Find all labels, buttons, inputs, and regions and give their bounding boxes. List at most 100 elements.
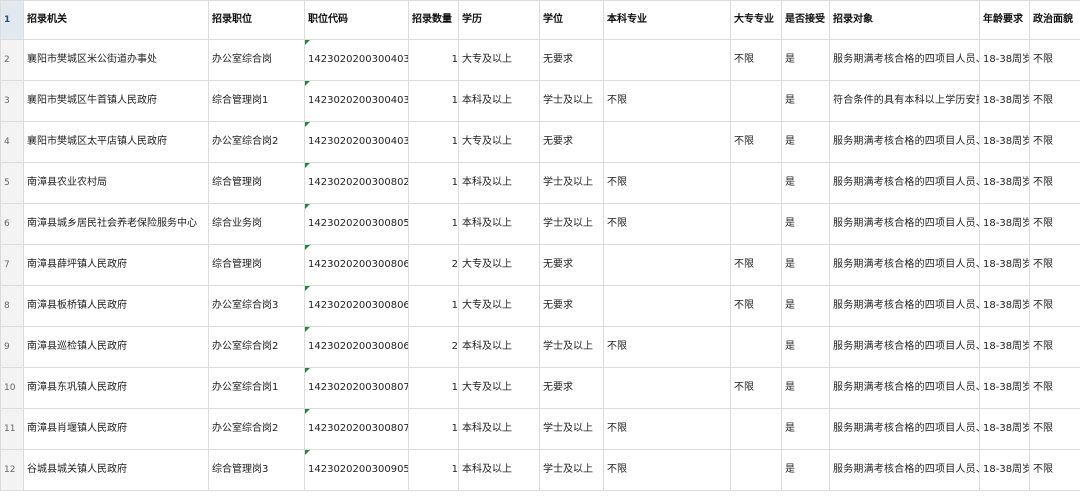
- cell-political[interactable]: 不限: [1029, 408, 1080, 450]
- cell-accept[interactable]: 是: [781, 449, 830, 491]
- cell-org[interactable]: 襄阳市樊城区牛首镇人民政府: [23, 80, 209, 122]
- cell-target[interactable]: 服务期满考核合格的四项目人员、在军队服役5年及以上高校毕业生退役士兵: [829, 39, 980, 81]
- cell-age[interactable]: 18-38周岁: [979, 285, 1030, 327]
- cell-quantity[interactable]: 1: [408, 162, 459, 204]
- row-number[interactable]: 7: [0, 244, 24, 286]
- cell-quantity[interactable]: 1: [408, 285, 459, 327]
- cell-target[interactable]: 服务期满考核合格的四项目人员、退役士兵、本县市区在编在岗3年及以上事业编制人员: [829, 244, 980, 286]
- cell-bachelor-major[interactable]: 不限: [603, 162, 731, 204]
- row-number[interactable]: 2: [0, 39, 24, 81]
- cell-code[interactable]: 14230202003004036: [304, 80, 409, 122]
- cell-age[interactable]: 18-38周岁: [979, 39, 1030, 81]
- cell-bachelor-major[interactable]: 不限: [603, 203, 731, 245]
- row-number-1[interactable]: 1: [0, 0, 24, 40]
- cell-education[interactable]: 大专及以上: [458, 244, 540, 286]
- cell-college-major[interactable]: [730, 80, 782, 122]
- cell-position[interactable]: 综合业务岗: [208, 203, 305, 245]
- cell-age[interactable]: 18-38周岁: [979, 326, 1030, 368]
- cell-target[interactable]: 符合条件的具有本科以上学历安排工作的退役军士和义务兵: [829, 80, 980, 122]
- cell-accept[interactable]: 是: [781, 39, 830, 81]
- cell-quantity[interactable]: 1: [408, 408, 459, 450]
- cell-college-major[interactable]: 不限: [730, 367, 782, 409]
- cell-quantity[interactable]: 2: [408, 244, 459, 286]
- cell-position[interactable]: 办公室综合岗1: [208, 367, 305, 409]
- cell-college-major[interactable]: 不限: [730, 244, 782, 286]
- cell-target[interactable]: 服务期满考核合格的四项目人员、退役士兵、本县市区在编在岗3年及以上事业编制人员: [829, 408, 980, 450]
- cell-position[interactable]: 综合管理岗: [208, 162, 305, 204]
- cell-code[interactable]: 14230202003009051: [304, 449, 409, 491]
- cell-code[interactable]: 14230202003004030: [304, 39, 409, 81]
- row-number[interactable]: 12: [0, 449, 24, 491]
- cell-degree[interactable]: 无要求: [539, 121, 604, 163]
- cell-education[interactable]: 大专及以上: [458, 367, 540, 409]
- cell-political[interactable]: 不限: [1029, 244, 1080, 286]
- cell-education[interactable]: 本科及以上: [458, 449, 540, 491]
- cell-org[interactable]: 南漳县板桥镇人民政府: [23, 285, 209, 327]
- cell-age[interactable]: 18-38周岁: [979, 121, 1030, 163]
- cell-college-major[interactable]: [730, 203, 782, 245]
- cell-political[interactable]: 不限: [1029, 326, 1080, 368]
- cell-quantity[interactable]: 2: [408, 326, 459, 368]
- cell-college-major[interactable]: [730, 162, 782, 204]
- cell-bachelor-major[interactable]: 不限: [603, 326, 731, 368]
- cell-degree[interactable]: 无要求: [539, 39, 604, 81]
- cell-org[interactable]: 南漳县薛坪镇人民政府: [23, 244, 209, 286]
- cell-accept[interactable]: 是: [781, 326, 830, 368]
- cell-political[interactable]: 不限: [1029, 80, 1080, 122]
- header-cell-education[interactable]: 学历: [458, 0, 540, 40]
- cell-bachelor-major[interactable]: [603, 39, 731, 81]
- cell-org[interactable]: 南漳县肖堰镇人民政府: [23, 408, 209, 450]
- cell-bachelor-major[interactable]: 不限: [603, 449, 731, 491]
- cell-education[interactable]: 大专及以上: [458, 39, 540, 81]
- cell-position[interactable]: 办公室综合岗: [208, 39, 305, 81]
- cell-org[interactable]: 襄阳市樊城区太平店镇人民政府: [23, 121, 209, 163]
- cell-age[interactable]: 18-38周岁: [979, 449, 1030, 491]
- cell-target[interactable]: 服务期满考核合格的四项目人员、退役士兵、本县市区在编在岗3年及以上事业编制人员: [829, 285, 980, 327]
- cell-code[interactable]: 14230202003008070: [304, 367, 409, 409]
- cell-age[interactable]: 18-38周岁: [979, 162, 1030, 204]
- cell-degree[interactable]: 无要求: [539, 367, 604, 409]
- cell-org[interactable]: 南漳县巡检镇人民政府: [23, 326, 209, 368]
- cell-political[interactable]: 不限: [1029, 121, 1080, 163]
- cell-quantity[interactable]: 1: [408, 449, 459, 491]
- cell-political[interactable]: 不限: [1029, 203, 1080, 245]
- cell-college-major[interactable]: [730, 326, 782, 368]
- cell-accept[interactable]: 是: [781, 80, 830, 122]
- cell-degree[interactable]: 学士及以上: [539, 203, 604, 245]
- cell-education[interactable]: 本科及以上: [458, 162, 540, 204]
- cell-education[interactable]: 本科及以上: [458, 408, 540, 450]
- cell-accept[interactable]: 是: [781, 244, 830, 286]
- cell-code[interactable]: 14230202003008074: [304, 408, 409, 450]
- cell-bachelor-major[interactable]: [603, 367, 731, 409]
- cell-position[interactable]: 办公室综合岗2: [208, 326, 305, 368]
- cell-quantity[interactable]: 1: [408, 121, 459, 163]
- cell-org[interactable]: 南漳县城乡居民社会养老保险服务中心: [23, 203, 209, 245]
- header-cell-target[interactable]: 招录对象: [829, 0, 980, 40]
- cell-position[interactable]: 综合管理岗: [208, 244, 305, 286]
- cell-accept[interactable]: 是: [781, 285, 830, 327]
- cell-degree[interactable]: 学士及以上: [539, 449, 604, 491]
- cell-college-major[interactable]: [730, 408, 782, 450]
- header-cell-position[interactable]: 招录职位: [208, 0, 305, 40]
- cell-degree[interactable]: 无要求: [539, 244, 604, 286]
- cell-bachelor-major[interactable]: 不限: [603, 80, 731, 122]
- cell-position[interactable]: 办公室综合岗2: [208, 121, 305, 163]
- cell-code[interactable]: 14230202003008065: [304, 285, 409, 327]
- cell-education[interactable]: 本科及以上: [458, 80, 540, 122]
- cell-target[interactable]: 服务期满考核合格的四项目人员、退役士兵、本县市区在编在岗3年及以上事业编制人员: [829, 367, 980, 409]
- cell-degree[interactable]: 无要求: [539, 285, 604, 327]
- cell-bachelor-major[interactable]: 不限: [603, 408, 731, 450]
- cell-degree[interactable]: 学士及以上: [539, 408, 604, 450]
- cell-quantity[interactable]: 1: [408, 80, 459, 122]
- cell-age[interactable]: 18-38周岁: [979, 203, 1030, 245]
- cell-code[interactable]: 14230202003008069: [304, 326, 409, 368]
- cell-position[interactable]: 办公室综合岗2: [208, 408, 305, 450]
- cell-org[interactable]: 南漳县农业农村局: [23, 162, 209, 204]
- cell-education[interactable]: 大专及以上: [458, 121, 540, 163]
- row-number[interactable]: 6: [0, 203, 24, 245]
- cell-target[interactable]: 服务期满考核合格的四项目人员、退役士兵、本县市区在编在岗3年及以上事业编制人员: [829, 326, 980, 368]
- cell-degree[interactable]: 学士及以上: [539, 326, 604, 368]
- row-number[interactable]: 4: [0, 121, 24, 163]
- cell-education[interactable]: 本科及以上: [458, 203, 540, 245]
- cell-degree[interactable]: 学士及以上: [539, 162, 604, 204]
